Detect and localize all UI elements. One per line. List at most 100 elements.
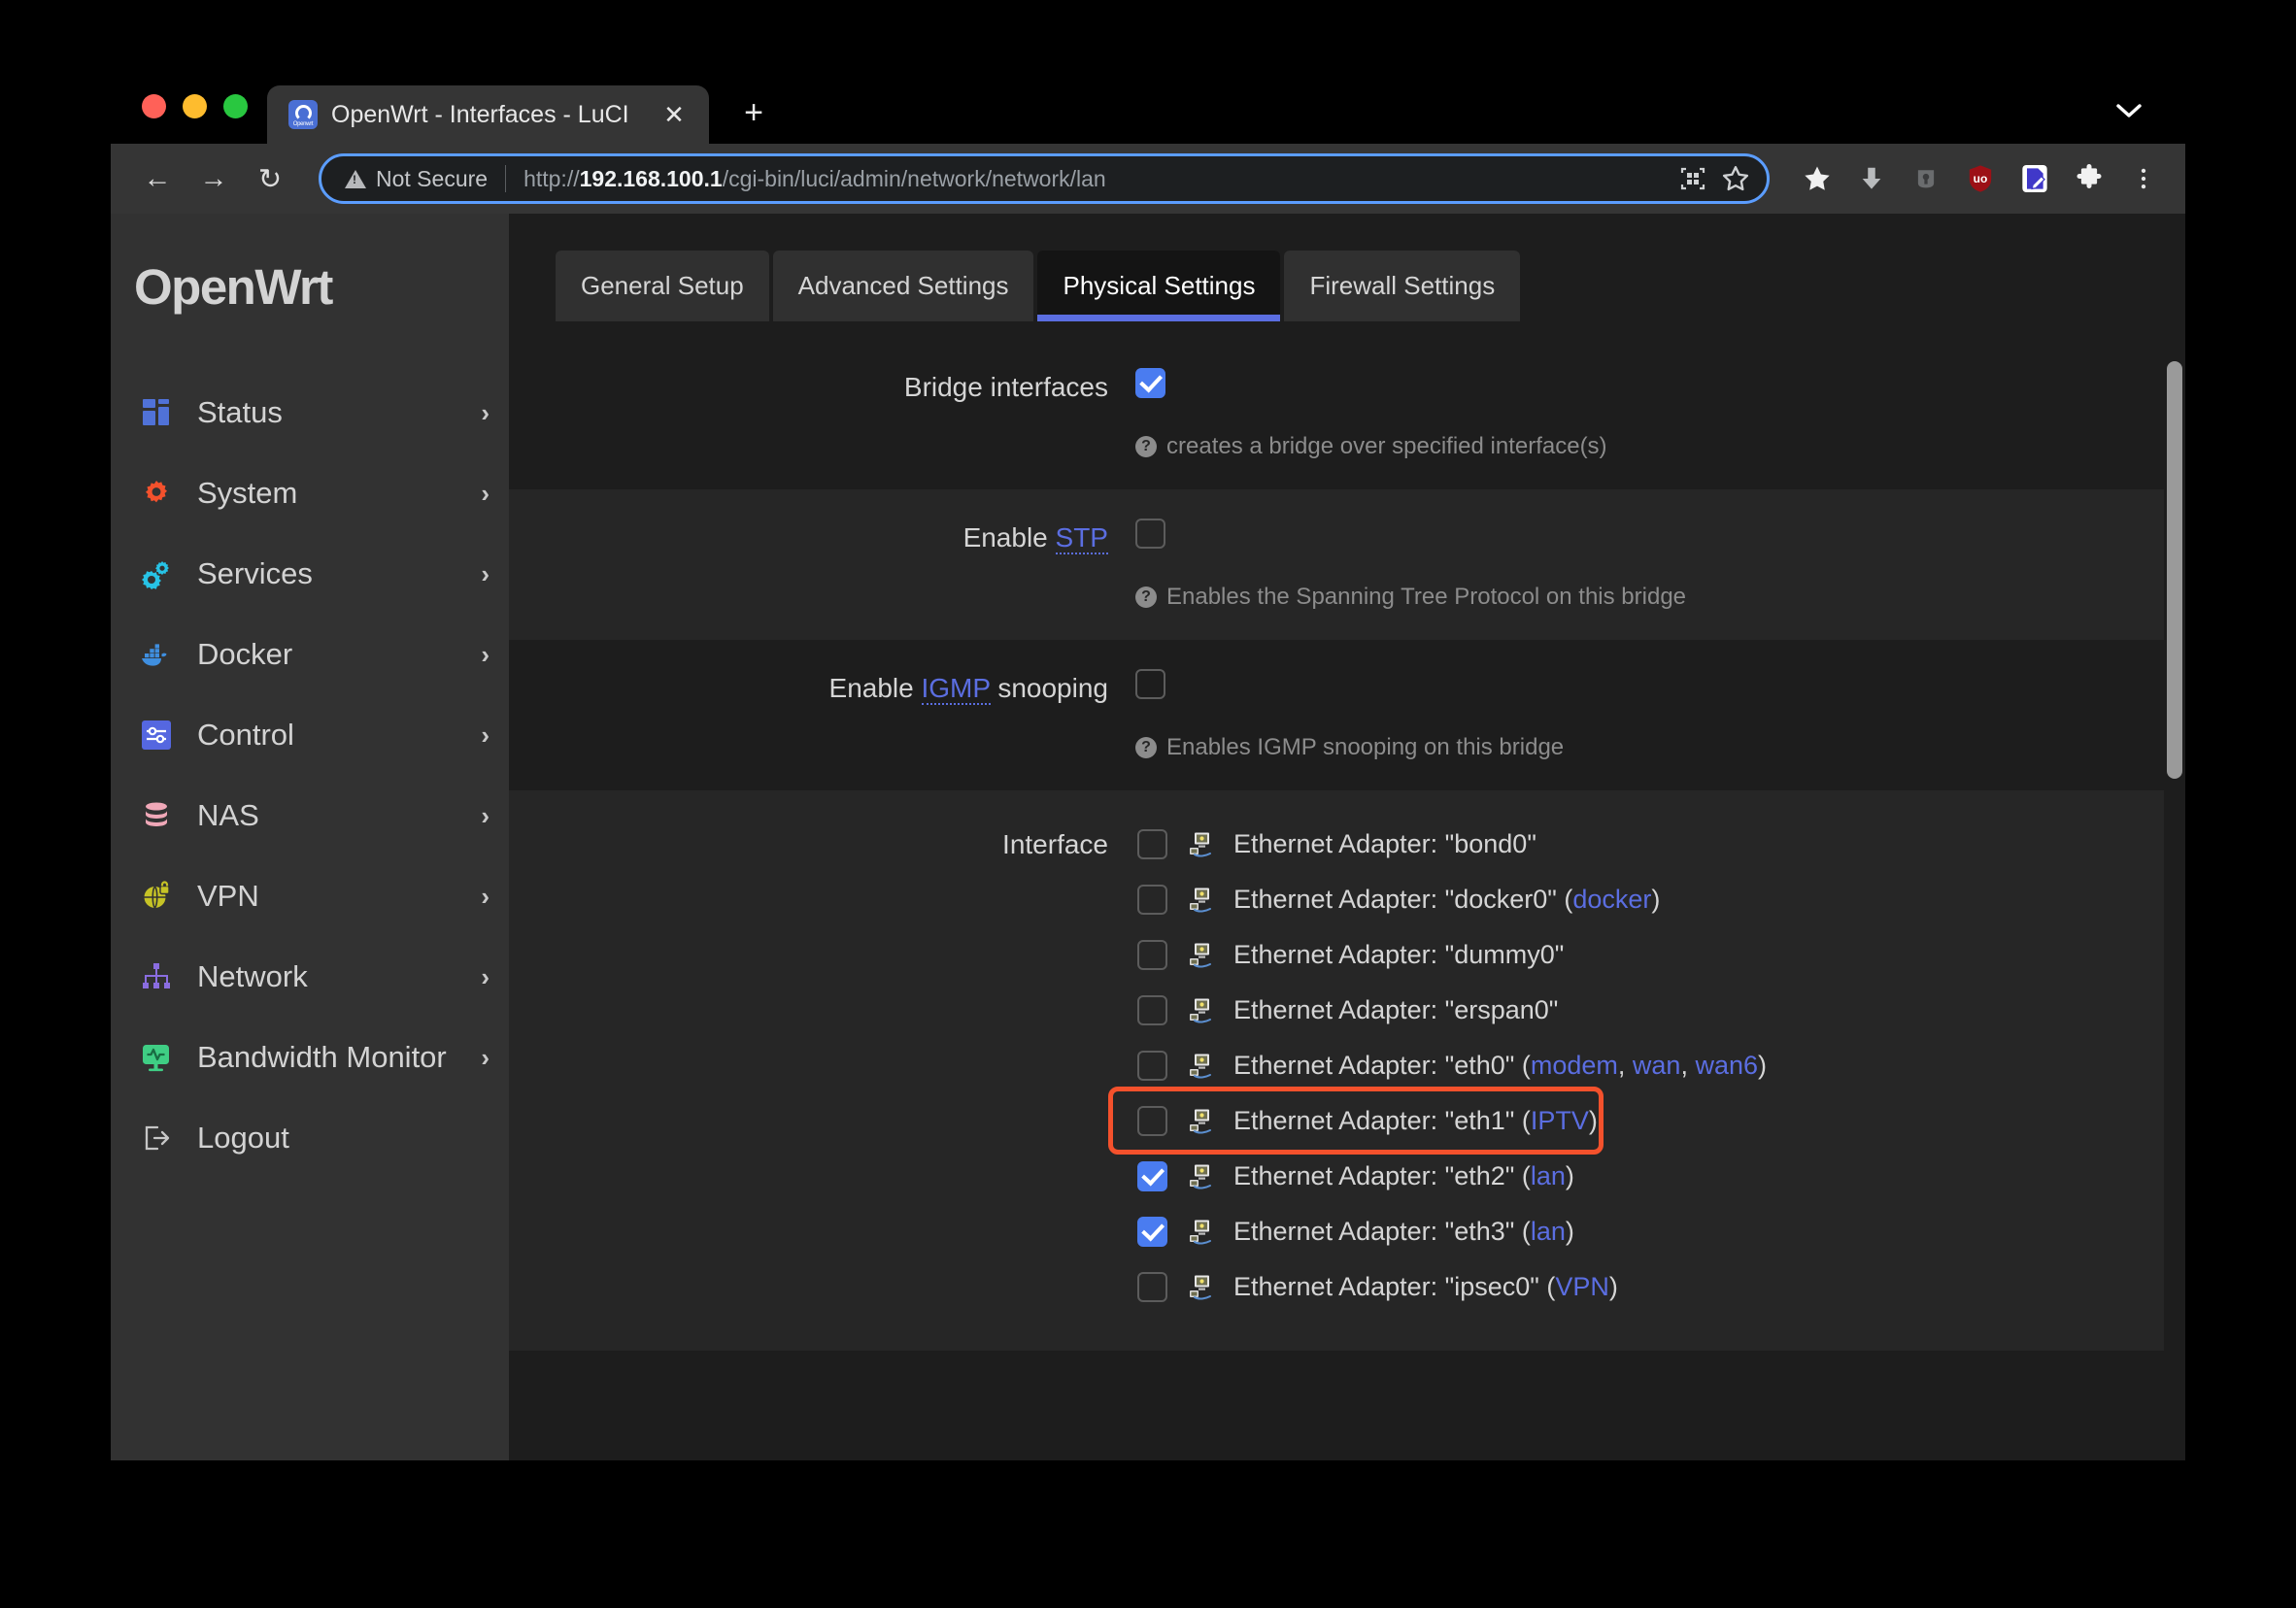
window-traffic-lights: [111, 94, 267, 144]
ethernet-adapter-icon: [1186, 831, 1215, 858]
minimize-window-button[interactable]: [183, 94, 207, 118]
field-label: Interface: [1002, 829, 1108, 859]
maximize-window-button[interactable]: [223, 94, 248, 118]
chrome-menu-icon[interactable]: [2119, 154, 2168, 203]
sidebar-item-label: System: [197, 476, 298, 510]
sidebar-item-label: Network: [197, 959, 308, 993]
page-scrollbar-thumb[interactable]: [2167, 361, 2182, 779]
interface-checkbox[interactable]: [1137, 829, 1167, 859]
interface-row[interactable]: Ethernet Adapter: "eth1" (IPTV): [1108, 1087, 2185, 1155]
close-window-button[interactable]: [142, 94, 166, 118]
interface-checkbox[interactable]: [1137, 1106, 1167, 1136]
ethernet-adapter-icon: [1186, 1053, 1215, 1080]
interface-label: Ethernet Adapter: "dummy0": [1233, 940, 1565, 969]
network-link[interactable]: modem: [1531, 1051, 1618, 1080]
field-bridge-interfaces: Bridge interfaces ? creates a bridge ove…: [509, 321, 2185, 489]
network-link[interactable]: lan: [1531, 1161, 1566, 1190]
network-link[interactable]: lan: [1531, 1217, 1566, 1246]
markdown-editor-extension-icon[interactable]: [2010, 154, 2059, 203]
interface-checkbox[interactable]: [1137, 1272, 1167, 1302]
interface-label: Ethernet Adapter: "eth3" (lan): [1233, 1217, 1574, 1246]
favicon-wordmark: Openwrt: [292, 121, 314, 127]
sidebar-item-network[interactable]: Network ›: [111, 950, 509, 1004]
chevron-right-icon: ›: [481, 639, 490, 669]
interface-row[interactable]: Ethernet Adapter: "docker0" (docker): [1135, 879, 2185, 921]
ethernet-adapter-icon: [1186, 942, 1215, 969]
interface-row[interactable]: Ethernet Adapter: "dummy0": [1135, 934, 2185, 976]
sidebar-item-logout[interactable]: Logout: [111, 1111, 509, 1165]
network-link[interactable]: wan6: [1695, 1051, 1758, 1080]
sidebar-item-label: VPN: [197, 879, 259, 913]
password-key-icon[interactable]: [1902, 154, 1950, 203]
enable-igmp-snooping-checkbox[interactable]: [1135, 669, 1165, 699]
interface-row[interactable]: Ethernet Adapter: "ipsec0" (VPN): [1135, 1266, 2185, 1308]
stp-abbr-link[interactable]: STP: [1055, 522, 1108, 554]
network-link[interactable]: IPTV: [1531, 1106, 1589, 1135]
docker-icon: [140, 638, 173, 671]
network-link[interactable]: wan: [1633, 1051, 1681, 1080]
interface-row[interactable]: Ethernet Adapter: "eth0" (modem, wan, wa…: [1135, 1045, 2185, 1087]
interface-label: Ethernet Adapter: "eth2" (lan): [1233, 1161, 1574, 1190]
interface-checkbox[interactable]: [1137, 995, 1167, 1025]
url-scheme: http://: [523, 165, 580, 191]
reload-button[interactable]: ↻: [245, 153, 295, 204]
settings-tabs: General Setup Advanced Settings Physical…: [509, 214, 2185, 321]
sidebar-item-system[interactable]: System ›: [111, 466, 509, 520]
page-scrollbar-track[interactable]: [2164, 214, 2185, 1460]
tab-firewall-settings[interactable]: Firewall Settings: [1284, 251, 1521, 321]
interface-checkbox[interactable]: [1137, 885, 1167, 915]
qr-code-icon[interactable]: [1671, 157, 1714, 200]
back-button[interactable]: ←: [132, 153, 183, 204]
security-status-chip[interactable]: Not Secure: [345, 166, 488, 192]
sidebar-item-services[interactable]: Services ›: [111, 547, 509, 601]
sidebar-item-docker[interactable]: Docker ›: [111, 627, 509, 682]
tab-physical-settings[interactable]: Physical Settings: [1037, 251, 1281, 321]
browser-tab[interactable]: Openwrt OpenWrt - Interfaces - LuCI ✕: [267, 85, 709, 144]
sidebar-item-label: Services: [197, 556, 313, 590]
interface-checkbox[interactable]: [1137, 940, 1167, 970]
sidebar-item-label: NAS: [197, 798, 259, 832]
url-path: /cgi-bin/luci/admin/network/network/lan: [722, 165, 1106, 191]
help-label: Enables IGMP snooping on this bridge: [1166, 734, 1565, 760]
interface-checkbox[interactable]: [1137, 1161, 1167, 1191]
igmp-abbr-link[interactable]: IGMP: [921, 673, 991, 705]
new-tab-button[interactable]: +: [726, 85, 781, 140]
bridge-interfaces-checkbox[interactable]: [1135, 368, 1165, 398]
interface-row[interactable]: Ethernet Adapter: "eth2" (lan): [1135, 1156, 2185, 1197]
chevron-right-icon: ›: [481, 961, 490, 991]
interface-row[interactable]: Ethernet Adapter: "erspan0": [1135, 989, 2185, 1031]
bookmarks-star-icon[interactable]: [1793, 154, 1841, 203]
field-enable-igmp-snooping: Enable IGMP snooping ? Enables IGMP snoo…: [509, 640, 2185, 790]
forward-button[interactable]: →: [188, 153, 239, 204]
bookmark-star-icon[interactable]: [1714, 157, 1757, 200]
gears-icon: [140, 557, 173, 590]
close-tab-icon[interactable]: ✕: [657, 97, 692, 132]
enable-stp-checkbox[interactable]: [1135, 519, 1165, 549]
chevron-right-icon: ›: [481, 558, 490, 588]
tab-advanced-settings[interactable]: Advanced Settings: [772, 251, 1034, 321]
network-link[interactable]: VPN: [1555, 1272, 1609, 1301]
openwrt-logo: OpenWrt: [134, 259, 333, 315]
help-label: Enables the Spanning Tree Protocol on th…: [1166, 584, 1687, 610]
sidebar-item-nas[interactable]: NAS ›: [111, 788, 509, 843]
chevron-down-icon[interactable]: [2111, 93, 2146, 128]
monitor-pulse-icon: [140, 1041, 173, 1074]
interface-checkbox[interactable]: [1137, 1217, 1167, 1247]
interface-row[interactable]: Ethernet Adapter: "bond0": [1135, 823, 2185, 865]
tab-general-setup[interactable]: General Setup: [556, 251, 769, 321]
sidebar-item-vpn[interactable]: VPN ›: [111, 869, 509, 923]
ethernet-adapter-icon: [1186, 1274, 1215, 1301]
network-link[interactable]: docker: [1572, 885, 1651, 914]
extensions-puzzle-icon[interactable]: [2065, 154, 2113, 203]
address-bar[interactable]: Not Secure http://192.168.100.1/cgi-bin/…: [319, 153, 1770, 204]
database-icon: [140, 799, 173, 832]
interface-checkbox[interactable]: [1137, 1051, 1167, 1081]
chevron-right-icon: ›: [481, 478, 490, 508]
interface-row[interactable]: Ethernet Adapter: "eth3" (lan): [1135, 1211, 2185, 1253]
sidebar-item-bandwidth-monitor[interactable]: Bandwidth Monitor ›: [111, 1030, 509, 1085]
sidebar-item-label: Logout: [197, 1121, 289, 1155]
downloads-icon[interactable]: [1847, 154, 1896, 203]
sidebar-item-control[interactable]: Control ›: [111, 708, 509, 762]
sidebar-item-status[interactable]: Status ›: [111, 385, 509, 440]
ublock-origin-icon[interactable]: uo: [1956, 154, 2005, 203]
